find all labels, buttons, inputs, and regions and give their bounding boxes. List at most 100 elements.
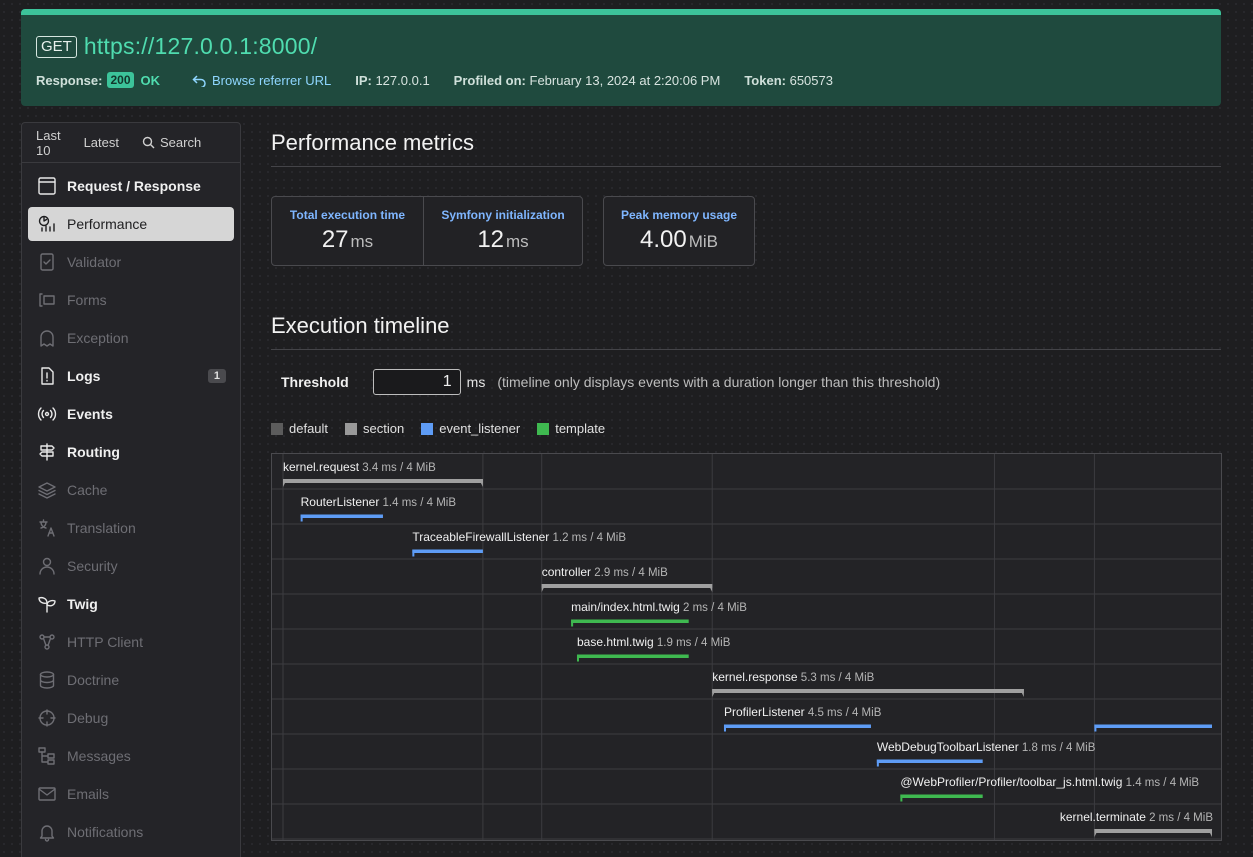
sidebar-item-label: Notifications (67, 824, 144, 840)
timeline-event-name: ProfilerListener (724, 705, 805, 719)
profiled-label: Profiled on: (453, 72, 526, 88)
timeline-event-bar (571, 619, 689, 623)
legend-label: section (363, 421, 405, 436)
sidebar-item-logs[interactable]: Logs 1 (28, 359, 234, 393)
threshold-control: Threshold ms (timeline only displays eve… (281, 369, 940, 395)
sidebar-item-label: Debug (67, 710, 109, 726)
tab-last-10[interactable]: Last 10 (36, 128, 61, 158)
timeline-title: Execution timeline (271, 313, 1221, 350)
metric-value-wrap: 4.00 MiB (640, 226, 718, 254)
referrer-label: Browse referrer URL (212, 72, 332, 88)
sidebar-item-events[interactable]: Events (28, 397, 234, 431)
timeline-event-bar (900, 794, 983, 798)
timeline-event-label: @WebProfiler/Profiler/toolbar_js.html.tw… (900, 775, 1199, 789)
forms-icon (37, 290, 57, 310)
timeline-event-name: main/index.html.twig (571, 600, 680, 614)
search-icon (142, 136, 155, 149)
request-url[interactable]: https://127.0.0.1:8000/ (84, 33, 318, 60)
metric-value: 12 (477, 226, 505, 253)
translate-icon (37, 518, 57, 538)
hierarchy-icon (37, 746, 57, 766)
threshold-input[interactable] (372, 369, 461, 395)
signpost-icon (37, 442, 57, 462)
sidebar-item-label: Logs (67, 368, 101, 384)
status-code-badge: 200 (107, 72, 134, 88)
tab-search[interactable]: Search (142, 135, 224, 150)
sidebar-item-label: Request / Response (67, 178, 201, 194)
sidebar-item-label: Messages (67, 748, 131, 764)
sidebar-item-validator[interactable]: Validator (28, 245, 234, 279)
sidebar-item-security[interactable]: Security (28, 549, 234, 583)
sidebar-item-performance[interactable]: Performance (28, 207, 234, 241)
legend-label: event_listener (439, 421, 521, 436)
timeline-event-name: base.html.twig (577, 635, 654, 649)
timeline-event-name: @WebProfiler/Profiler/toolbar_js.html.tw… (900, 775, 1122, 789)
timeline-event-name: kernel.response (712, 670, 798, 684)
sidebar-item-label: Emails (67, 786, 110, 802)
metric-label: Symfony initialization (441, 208, 565, 222)
sidebar-item-routing[interactable]: Routing (28, 435, 234, 469)
legend-item-section[interactable]: section (345, 421, 404, 436)
log-file-icon (37, 366, 57, 386)
ghost-icon (37, 328, 57, 348)
layers-icon (37, 480, 57, 500)
sidebar-item-label: Twig (67, 596, 98, 612)
legend-item-event-listener[interactable]: event_listener (421, 421, 520, 436)
timeline-event-name: kernel.terminate (1060, 810, 1146, 824)
timeline-event-bar (576, 654, 689, 658)
timeline-event-bar (283, 479, 483, 483)
legend-item-template[interactable]: template (537, 421, 605, 436)
response-label: Response: (36, 72, 103, 88)
sidebar-item-emails[interactable]: Emails (28, 777, 234, 811)
timeline-event-bar (712, 689, 1024, 693)
timeline-event-bar (723, 724, 871, 728)
sidebar-item-label: Translation (67, 520, 136, 536)
sidebar-item-label: Forms (67, 292, 107, 308)
execution-metrics: Total execution time 27 ms Symfony initia… (271, 196, 583, 266)
validator-icon (37, 252, 57, 272)
timeline-event-detail: 1.4 ms / 4 MiB (379, 497, 456, 509)
timeline-event-tick (876, 759, 879, 767)
token-label: Token: (744, 72, 786, 88)
timeline-event-label: ProfilerListener 4.5 ms / 4 MiB (724, 705, 882, 719)
timeline-event-detail: 2 ms / 4 MiB (680, 602, 747, 614)
timeline-event-label: TraceableFirewallListener 1.2 ms / 4 MiB (412, 530, 626, 544)
timeline-event-bar (1094, 829, 1212, 833)
request-meta: Response: 200 OK Browse referrer URL IP:… (36, 72, 833, 88)
timeline-event-label: main/index.html.twig 2 ms / 4 MiB (571, 600, 747, 614)
timeline-event-tick (1094, 724, 1097, 732)
sidebar-item-exception[interactable]: Exception (28, 321, 234, 355)
sidebar-item-http-client[interactable]: HTTP Client (28, 625, 234, 659)
tab-latest[interactable]: Latest (84, 135, 119, 150)
window-icon (37, 176, 57, 196)
sidebar-item-twig[interactable]: Twig (28, 587, 234, 621)
timeline-event-label: kernel.response 5.3 ms / 4 MiB (712, 670, 874, 684)
sidebar-item-cache[interactable]: Cache (28, 473, 234, 507)
sidebar-item-forms[interactable]: Forms (28, 283, 234, 317)
timeline-event-label: controller 2.9 ms / 4 MiB (542, 565, 668, 579)
metric-label: Peak memory usage (620, 208, 738, 222)
sidebar-item-label: Cache (67, 482, 108, 498)
sidebar-item-translation[interactable]: Translation (28, 511, 234, 545)
sidebar-item-debug[interactable]: Debug (28, 701, 234, 735)
sidebar-item-label: Doctrine (67, 672, 120, 688)
timeline-event-detail: 1.8 ms / 4 MiB (1019, 742, 1096, 754)
profiler-sidebar: Last 10 Latest Search Request / Response… (21, 122, 241, 857)
sidebar-item-doctrine[interactable]: Doctrine (28, 663, 234, 697)
legend-item-default[interactable]: default (271, 421, 328, 436)
sidebar-item-label: Events (67, 406, 113, 422)
panel-menu: Request / Response Performance Validator Fo… (22, 163, 240, 849)
token-value[interactable]: 650573 (790, 73, 833, 88)
status-text: OK (140, 72, 161, 88)
timeline-event-label: WebDebugToolbarListener 1.8 ms / 4 MiB (877, 740, 1096, 754)
browse-referrer-link[interactable]: Browse referrer URL (192, 73, 331, 88)
sidebar-item-notifications[interactable]: Notifications (28, 815, 234, 849)
sidebar-item-messages[interactable]: Messages (28, 739, 234, 773)
profiled-info: Profiled on: February 13, 2024 at 2:20:0… (454, 73, 721, 88)
timeline-event-bar (1094, 724, 1212, 728)
threshold-label: Threshold (281, 374, 349, 390)
performance-icon (37, 214, 57, 234)
sidebar-item-request-response[interactable]: Request / Response (28, 169, 234, 203)
sidebar-item-label: Exception (67, 330, 129, 346)
legend-swatch (421, 422, 434, 435)
